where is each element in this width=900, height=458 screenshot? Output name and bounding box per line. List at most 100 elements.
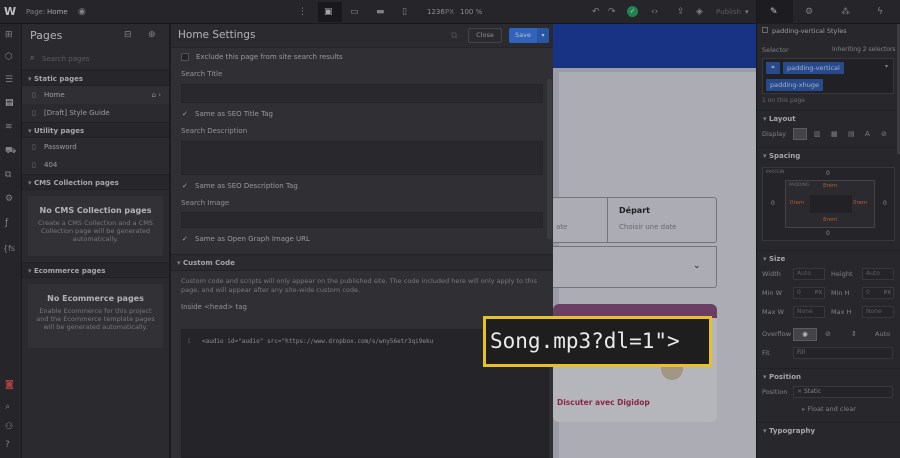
static-pages-header[interactable]: ▾ Static pages	[22, 70, 169, 86]
desktop-breakpoint[interactable]: ▣	[318, 2, 342, 22]
chat-link[interactable]: Discuter avec Digidop	[557, 398, 650, 407]
float-clear-button[interactable]: ▸ Float and clear	[757, 402, 900, 416]
depart-placeholder[interactable]: Choisir une date	[619, 223, 676, 231]
undo-icon[interactable]: ↶	[592, 7, 600, 17]
padding-right-value[interactable]: 0rem	[853, 200, 867, 206]
layout-header[interactable]: ▾ Layout	[757, 110, 900, 126]
search-icon[interactable]: ⌕	[5, 402, 10, 412]
overflow-auto[interactable]: Auto	[875, 326, 890, 342]
duplicate-icon[interactable]: ⧉	[451, 31, 457, 41]
code-icon[interactable]: ‹›	[651, 7, 658, 17]
eye-icon[interactable]: ◉	[78, 7, 86, 17]
interactions-tab-icon[interactable]: ⁂	[841, 7, 850, 17]
webflow-logo[interactable]: W	[4, 5, 16, 18]
pages-icon[interactable]: ▤	[5, 98, 14, 108]
display-flex-icon[interactable]: ▥	[814, 129, 821, 139]
search-title-input[interactable]	[181, 84, 543, 103]
search-image-input[interactable]	[181, 212, 543, 228]
same-seo-desc-checkbox[interactable]: ✓ Same as SEO Description Tag	[171, 179, 553, 193]
max-width-input[interactable]: None	[793, 306, 825, 318]
padding-top-value[interactable]: 8rem	[823, 183, 837, 189]
add-folder-icon[interactable]: ⊟	[124, 30, 132, 40]
search-pages-input[interactable]: Search pages	[42, 55, 89, 63]
mobile-icon[interactable]: ▯	[402, 7, 407, 17]
date-picker[interactable]: ate Départ Choisir une date	[553, 197, 717, 243]
ecommerce-pages-header[interactable]: ▾ Ecommerce pages	[22, 262, 169, 278]
users-icon[interactable]: ⚇	[5, 422, 13, 432]
height-input[interactable]: Auto	[862, 268, 894, 280]
settings-tab-icon[interactable]: ⚙	[805, 7, 813, 17]
selector-field[interactable]: ⌗ padding-vertical ▾ padding-xhuge	[762, 58, 894, 94]
add-icon[interactable]: ⊞	[5, 30, 13, 40]
chevron-down-icon[interactable]: ⌄	[693, 261, 701, 271]
save-chevron-icon[interactable]: ▾	[537, 28, 549, 43]
page-item-password[interactable]: ▯ Password	[22, 138, 169, 156]
publish-button[interactable]: Publish	[716, 8, 741, 16]
exclude-checkbox[interactable]	[181, 53, 189, 61]
more-icon[interactable]: ⋮	[298, 7, 307, 17]
position-header[interactable]: ▾ Position	[757, 368, 900, 384]
share-icon[interactable]: ⇪	[677, 7, 685, 17]
style-tab[interactable]: ✎	[757, 0, 793, 24]
fit-select[interactable]: Fill	[793, 347, 893, 359]
redo-icon[interactable]: ↷	[608, 7, 616, 17]
margin-left-value[interactable]: 0	[771, 200, 775, 207]
class-tag-padding-xhuge[interactable]: padding-xhuge	[766, 79, 823, 91]
utility-pages-header[interactable]: ▾ Utility pages	[22, 122, 169, 138]
logic-icon[interactable]: ƒ	[5, 218, 8, 228]
save-button[interactable]: Save	[509, 28, 537, 43]
settings-scrollbar[interactable]	[547, 79, 552, 239]
page-item-style-guide[interactable]: ▯ [Draft] Style Guide	[22, 104, 169, 122]
class-tag-padding-vertical[interactable]: padding-vertical	[783, 62, 844, 74]
add-page-icon[interactable]: ⊕	[148, 30, 156, 40]
landscape-icon[interactable]: ▬	[376, 7, 385, 17]
record-icon[interactable]: ◙	[5, 380, 14, 390]
margin-top-value[interactable]: 0	[826, 170, 830, 177]
search-description-input[interactable]	[181, 141, 543, 175]
min-width-unit[interactable]: PX	[815, 285, 822, 301]
check-status-icon[interactable]: ✓	[627, 6, 638, 17]
display-none-icon[interactable]: ⊘	[881, 129, 887, 139]
cms-icon[interactable]: ≋	[5, 122, 13, 132]
cms-pages-header[interactable]: ▾ CMS Collection pages	[22, 174, 169, 190]
size-header[interactable]: ▾ Size	[757, 250, 900, 266]
max-height-input[interactable]: None	[862, 306, 894, 318]
overflow-scroll-icon[interactable]: ⇕	[851, 329, 857, 339]
lightning-tab-icon[interactable]: ϟ	[877, 7, 883, 17]
components-icon[interactable]: ⬡	[5, 52, 13, 62]
overflow-hidden-icon[interactable]: ⊘	[825, 329, 831, 339]
display-grid-icon[interactable]: ▦	[831, 129, 838, 139]
padding-left-value[interactable]: 0rem	[790, 200, 804, 206]
same-og-checkbox[interactable]: ✓ Same as Open Graph Image URL	[171, 232, 553, 246]
position-select[interactable]: ✕ Static	[793, 386, 893, 398]
padding-box[interactable]: PADDING 8rem 0rem 0rem 8rem	[785, 180, 875, 228]
custom-code-header[interactable]: ▾ Custom Code	[171, 254, 553, 271]
page-item-home[interactable]: ▯ Home ⌂ ›	[22, 86, 169, 104]
tablet-icon[interactable]: ▭	[350, 7, 359, 17]
home-icon[interactable]: ⌂ ›	[152, 86, 161, 104]
page-item-404[interactable]: ▯ 404	[22, 156, 169, 174]
page-name[interactable]: Home	[47, 8, 68, 16]
ecommerce-icon[interactable]: ⛟	[5, 146, 16, 156]
margin-box[interactable]: MARGIN 0 0 0 0 PADDING 8rem 0rem 0rem 8r…	[762, 167, 895, 241]
display-inline-block-icon[interactable]: ▤	[848, 129, 855, 139]
dropdown-field[interactable]: ⌄	[553, 246, 717, 288]
spacing-box[interactable]: MARGIN 0 0 0 0 PADDING 8rem 0rem 0rem 8r…	[757, 163, 900, 245]
navigator-icon[interactable]: ☰	[5, 75, 13, 85]
inheriting-label[interactable]: Inheriting 2 selectors	[832, 46, 896, 53]
preview-icon[interactable]: ◈	[696, 7, 703, 17]
margin-right-value[interactable]: 0	[883, 200, 887, 207]
fs-icon[interactable]: {fs	[3, 244, 15, 254]
min-height-unit[interactable]: PX	[884, 285, 891, 301]
display-inline-icon[interactable]: A	[865, 129, 870, 139]
settings-icon[interactable]: ⚙	[5, 194, 13, 204]
padding-bottom-value[interactable]: 8rem	[823, 217, 837, 223]
spacing-header[interactable]: ▾ Spacing	[757, 147, 900, 163]
margin-bottom-value[interactable]: 0	[826, 230, 830, 237]
overflow-visible-icon[interactable]: ◉	[793, 328, 817, 341]
display-block-icon[interactable]	[793, 128, 807, 140]
typography-header[interactable]: ▾ Typography	[757, 422, 900, 438]
width-input[interactable]: Auto	[793, 268, 825, 280]
assets-icon[interactable]: ⧉	[5, 170, 11, 180]
help-icon[interactable]: ?	[5, 440, 10, 450]
